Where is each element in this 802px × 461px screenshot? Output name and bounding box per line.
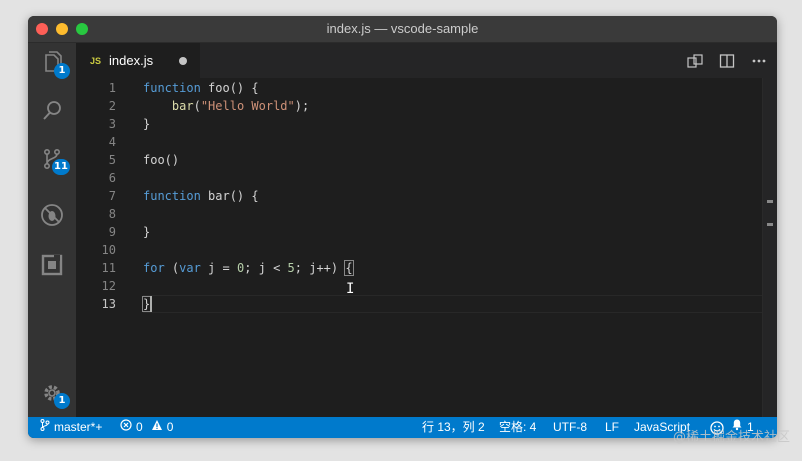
vertical-scrollbar[interactable] [762,78,777,417]
line-number: 6 [108,171,116,185]
error-count: 0 [136,420,143,434]
git-branch-icon [40,417,50,438]
eol-setting[interactable]: LF [605,417,619,438]
problems-indicator[interactable]: 0 0 [120,417,173,438]
search-icon [40,99,64,123]
encoding-setting[interactable]: UTF-8 [553,417,587,438]
tab-index-js[interactable]: JS index.js [76,43,200,78]
code-line: function bar() { [143,189,259,203]
code-line: foo() [143,153,180,167]
source-control-badge: 11 [52,159,70,175]
explorer-badge: 1 [54,63,70,79]
watermark-text: @稀土掘金技术社区 [672,430,790,445]
line-number: 4 [108,135,116,149]
line-number: 7 [108,189,116,203]
javascript-file-icon: JS [90,55,102,66]
current-line-highlight [143,295,773,313]
branch-name: master*+ [54,420,103,434]
line-number: 10 [101,243,116,257]
activity-explorer[interactable]: 1 [28,43,76,83]
code-line: } [143,117,151,131]
line-number: 12 [101,279,116,293]
activity-search[interactable] [28,91,76,131]
code-line: bar("Hello World"); [171,99,310,113]
activity-extensions[interactable] [28,245,76,285]
matching-bracket: { [344,260,354,276]
title-bar: index.js — vscode-sample [28,16,777,43]
more-actions-icon[interactable] [749,51,769,71]
editor-tab-bar: JS index.js [76,43,777,78]
editor-actions [685,43,769,78]
code-line: function foo() { [143,81,259,95]
status-bar: master*+ 0 0 行 13，列 2 空格: 4 UTF-8 LF Jav… [28,417,777,438]
activity-source-control[interactable]: 11 [28,139,76,179]
line-number: 5 [108,153,116,167]
line-number: 8 [108,207,116,221]
activity-bar: 1 11 1 [28,43,76,417]
line-number: 1 [108,81,116,95]
manage-badge: 1 [54,393,70,409]
indentation-setting[interactable]: 空格: 4 [499,417,536,438]
line-number-active: 13 [101,297,116,311]
code-editor[interactable]: 1 2 3 4 5 6 7 8 9 10 11 12 13 function f… [76,78,777,417]
activity-debug[interactable] [28,195,76,235]
overview-ruler-mark [767,223,773,226]
overview-ruler-mark [767,200,773,203]
warning-count: 0 [166,420,174,434]
cursor-position[interactable]: 行 13，列 2 [422,417,485,438]
window-title: index.js — vscode-sample [326,21,479,36]
text-cursor [150,296,152,312]
activity-manage[interactable]: 1 [28,373,76,413]
vscode-window: index.js — vscode-sample 1 11 1 JS index… [28,16,777,438]
open-changes-icon[interactable] [685,51,705,71]
debug-icon [39,202,65,228]
line-number: 9 [108,225,116,239]
line-number: 11 [101,261,116,275]
unsaved-dot-icon[interactable] [179,57,187,65]
tab-label: index.js [109,53,154,68]
extensions-icon [40,253,64,277]
split-editor-icon[interactable] [717,51,737,71]
code-line: for (var j = 0; j < 5; j++) { [143,260,354,276]
line-number: 3 [108,117,116,131]
error-icon [120,417,132,438]
code-line: } [143,225,151,239]
branch-indicator[interactable]: master*+ [40,417,102,438]
mouse-ibeam-icon: I [346,281,355,297]
warning-icon [151,417,163,438]
line-number: 2 [108,99,116,113]
